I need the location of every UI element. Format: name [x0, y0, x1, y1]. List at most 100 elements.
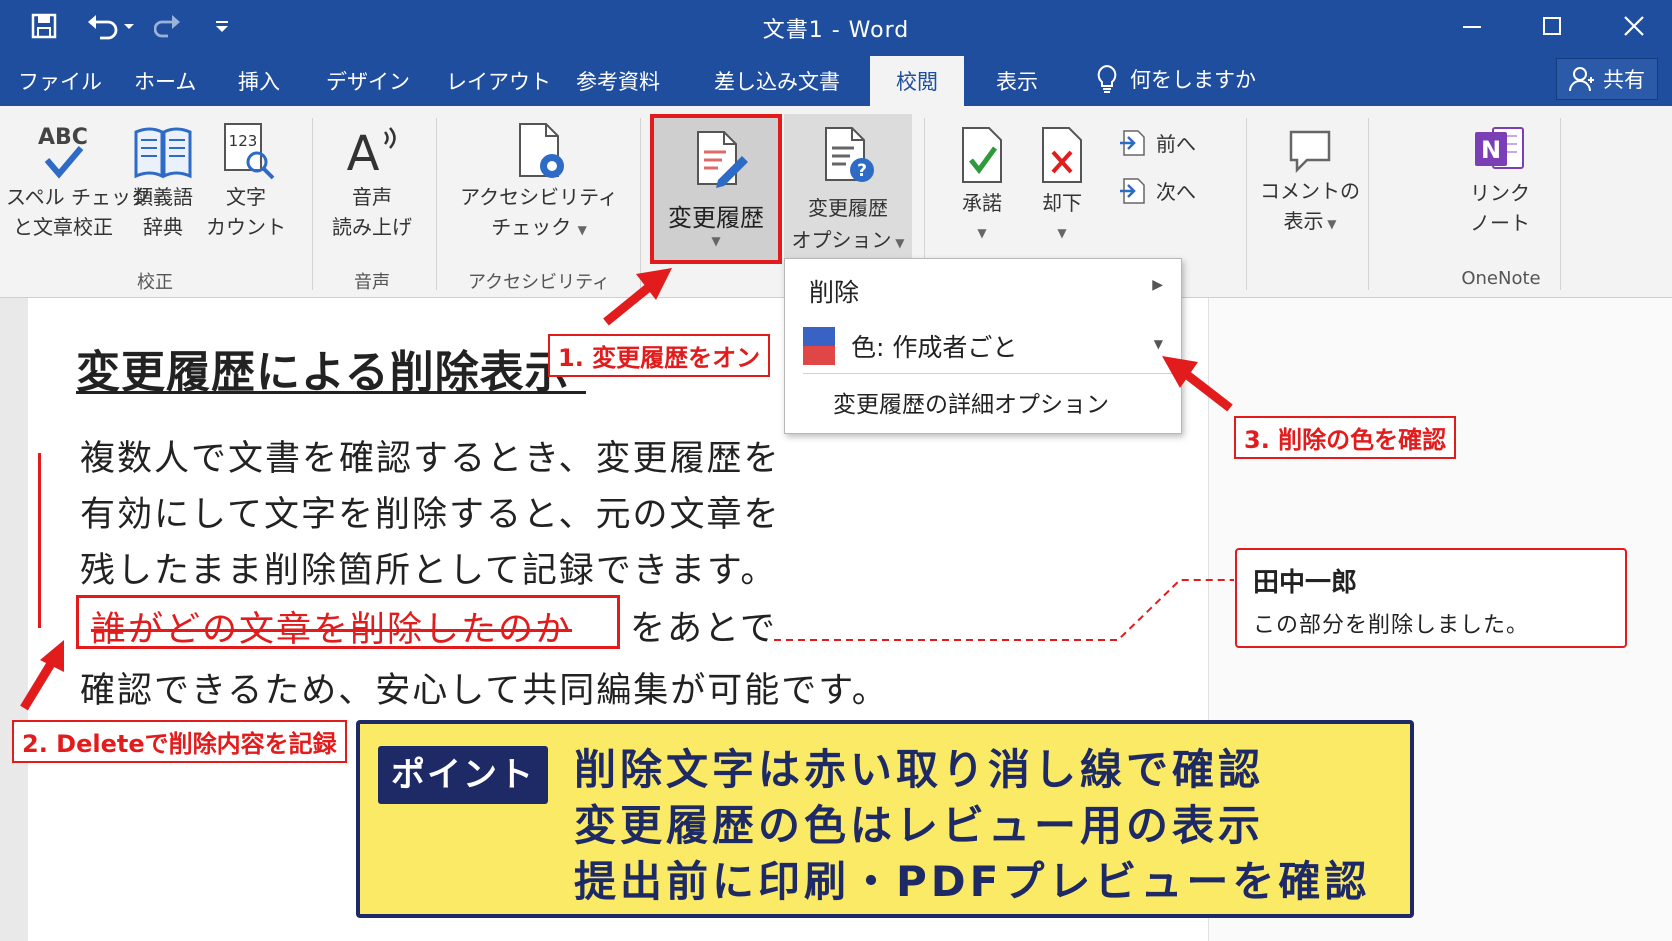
- body-line: 有効にして文字を削除すると、元の文章を: [80, 495, 781, 535]
- tab-mailings[interactable]: 差し込み文書: [714, 66, 840, 96]
- person-icon: [1569, 67, 1594, 92]
- show-comments-button[interactable]: コメントの 表示 ▼: [1254, 126, 1366, 239]
- tab-file[interactable]: ファイル: [18, 66, 102, 96]
- next-change-button[interactable]: 次へ: [1118, 176, 1196, 205]
- chevron-down-icon: ▼: [1153, 337, 1163, 351]
- accessibility-check-icon: [519, 123, 564, 178]
- body-line: 確認できるため、安心して共同編集が可能です。: [80, 671, 889, 711]
- thesaurus-label-1: 類義語: [133, 185, 193, 209]
- tab-review[interactable]: 校閲: [870, 56, 964, 106]
- tab-layout[interactable]: レイアウト: [446, 66, 551, 96]
- spelling-grammar-button[interactable]: ABC スペル チェック と文章校正: [6, 120, 151, 242]
- accept-button[interactable]: 承諾 ▼: [944, 126, 1020, 248]
- callout-step-2: 2. Deleteで削除内容を記録: [12, 720, 347, 763]
- read-aloud-icon: A: [347, 126, 396, 182]
- accessibility-check-button[interactable]: アクセシビリティ チェック ▼: [448, 120, 630, 245]
- tracking-options-label: 変更履歴 オプション ▼: [791, 196, 905, 252]
- onenote-icon: N: [1475, 127, 1524, 169]
- change-bar: [38, 453, 41, 628]
- minimize-button[interactable]: [1442, 8, 1502, 44]
- close-button[interactable]: [1604, 8, 1664, 44]
- linked-notes-button[interactable]: N リンク ノート: [1446, 120, 1554, 238]
- previous-icon: [1120, 129, 1145, 156]
- show-comments-label-1: コメントの: [1260, 179, 1360, 203]
- word-count-icon: 123: [224, 123, 275, 180]
- group-label-proofing: 校正: [137, 272, 173, 293]
- previous-change-button[interactable]: 前へ: [1118, 128, 1196, 157]
- comment-balloon[interactable]: 田中一郎 この部分を削除しました。: [1235, 548, 1627, 648]
- comment-icon: [1289, 130, 1331, 174]
- group-separator: [640, 118, 641, 290]
- chevron-down-icon: ▼: [891, 236, 905, 250]
- tell-me-label: 何をしますか: [1130, 68, 1256, 92]
- chevron-down-icon: ▼: [577, 223, 587, 237]
- chevron-down-icon: ▼: [977, 226, 987, 240]
- thesaurus-button[interactable]: 類義語 辞典: [124, 120, 202, 242]
- linked-notes-label-1: リンク: [1470, 181, 1530, 205]
- spelling-label-1: スペル チェック: [6, 185, 151, 209]
- book-icon: [134, 127, 192, 179]
- thesaurus-label-2: 辞典: [143, 215, 183, 239]
- tab-insert[interactable]: 挿入: [238, 66, 280, 96]
- accept-icon: [962, 127, 1002, 183]
- share-button[interactable]: 共有: [1556, 58, 1658, 100]
- tab-view[interactable]: 表示: [996, 66, 1038, 96]
- track-changes-label: 変更履歴: [668, 204, 764, 232]
- group-separator: [312, 118, 313, 290]
- body-line: 複数人で文書を確認するとき、変更履歴を: [80, 439, 781, 479]
- chevron-down-icon: ▼: [1323, 217, 1337, 231]
- comment-text: この部分を削除しました。: [1253, 613, 1530, 638]
- chevron-down-icon: ▼: [711, 234, 721, 248]
- previous-label: 前へ: [1156, 132, 1196, 156]
- group-separator: [436, 118, 437, 290]
- svg-text:?: ?: [857, 161, 867, 181]
- document-heading: 変更履歴による削除表示: [76, 336, 586, 394]
- title-bar: 文書1 - Word: [0, 0, 1672, 52]
- markup-options-menu: 削除 ▶ 色: 作成者ごと ▼ 変更履歴の詳細オプション: [784, 258, 1182, 434]
- group-separator: [1246, 118, 1247, 290]
- tab-home[interactable]: ホーム: [134, 66, 196, 96]
- tab-design[interactable]: デザイン: [326, 66, 410, 96]
- tell-me-search[interactable]: 何をしますか: [1096, 62, 1256, 96]
- menu-item-advanced-options[interactable]: 変更履歴の詳細オプション: [785, 385, 1181, 425]
- tab-references[interactable]: 参考資料: [576, 66, 660, 96]
- read-aloud-button[interactable]: A 音声 読み上げ: [322, 120, 422, 242]
- tracking-options-icon: ?: [825, 127, 874, 182]
- word-count-label-1: 文字: [226, 185, 266, 209]
- deleted-text[interactable]: 誰がどの文章を削除したのか: [76, 595, 620, 650]
- comment-author: 田中一郎: [1253, 568, 1358, 598]
- chevron-down-icon: ▼: [1057, 226, 1067, 240]
- reject-button[interactable]: 却下 ▼: [1024, 126, 1100, 248]
- callout-step-3: 3. 削除の色を確認: [1234, 416, 1457, 459]
- tracking-options-button[interactable]: ? 変更履歴 オプション ▼: [784, 114, 912, 264]
- show-comments-label-2: 表示 ▼: [1283, 209, 1337, 233]
- word-count-button[interactable]: 123 文字 カウント: [206, 120, 286, 242]
- word-count-label-2: カウント: [206, 215, 286, 239]
- color-swatch-icon: [803, 327, 835, 365]
- point-badge: ポイント: [378, 746, 548, 804]
- ribbon-tab-bar: ファイル ホーム 挿入 デザイン レイアウト 参考資料 差し込み文書 校閲 表示…: [0, 52, 1672, 106]
- menu-item-deletions[interactable]: 削除 ▶: [785, 273, 1181, 313]
- spelling-label-2: と文章校正: [13, 215, 113, 239]
- point-line: 変更履歴の色はレビュー用の表示: [574, 801, 1265, 850]
- group-label-speech: 音声: [354, 272, 390, 293]
- lightbulb-icon: [1097, 64, 1117, 93]
- read-aloud-label-1: 音声: [352, 185, 392, 209]
- menu-divider: [803, 373, 1173, 374]
- linked-notes-label-2: ノート: [1470, 211, 1530, 235]
- accessibility-label-2: チェック ▼: [491, 215, 587, 239]
- svg-text:ABC: ABC: [38, 125, 88, 150]
- svg-text:A: A: [347, 126, 380, 182]
- reject-label: 却下: [1042, 191, 1082, 215]
- menu-item-color[interactable]: 色: 作成者ごと ▼: [785, 323, 1181, 369]
- window-title: 文書1 - Word: [762, 18, 910, 43]
- point-line: 提出前に印刷・PDFプレビューを確認: [574, 857, 1371, 906]
- reject-icon: [1042, 127, 1082, 183]
- group-label-onenote: OneNote: [1461, 268, 1541, 289]
- group-separator: [1368, 118, 1369, 290]
- maximize-button[interactable]: [1522, 8, 1582, 44]
- accessibility-label-1: アクセシビリティ: [460, 185, 618, 209]
- svg-text:123: 123: [229, 132, 258, 150]
- track-changes-button[interactable]: 変更履歴 ▼: [650, 114, 782, 264]
- body-line: 残したまま削除箇所として記録できます。: [80, 551, 778, 591]
